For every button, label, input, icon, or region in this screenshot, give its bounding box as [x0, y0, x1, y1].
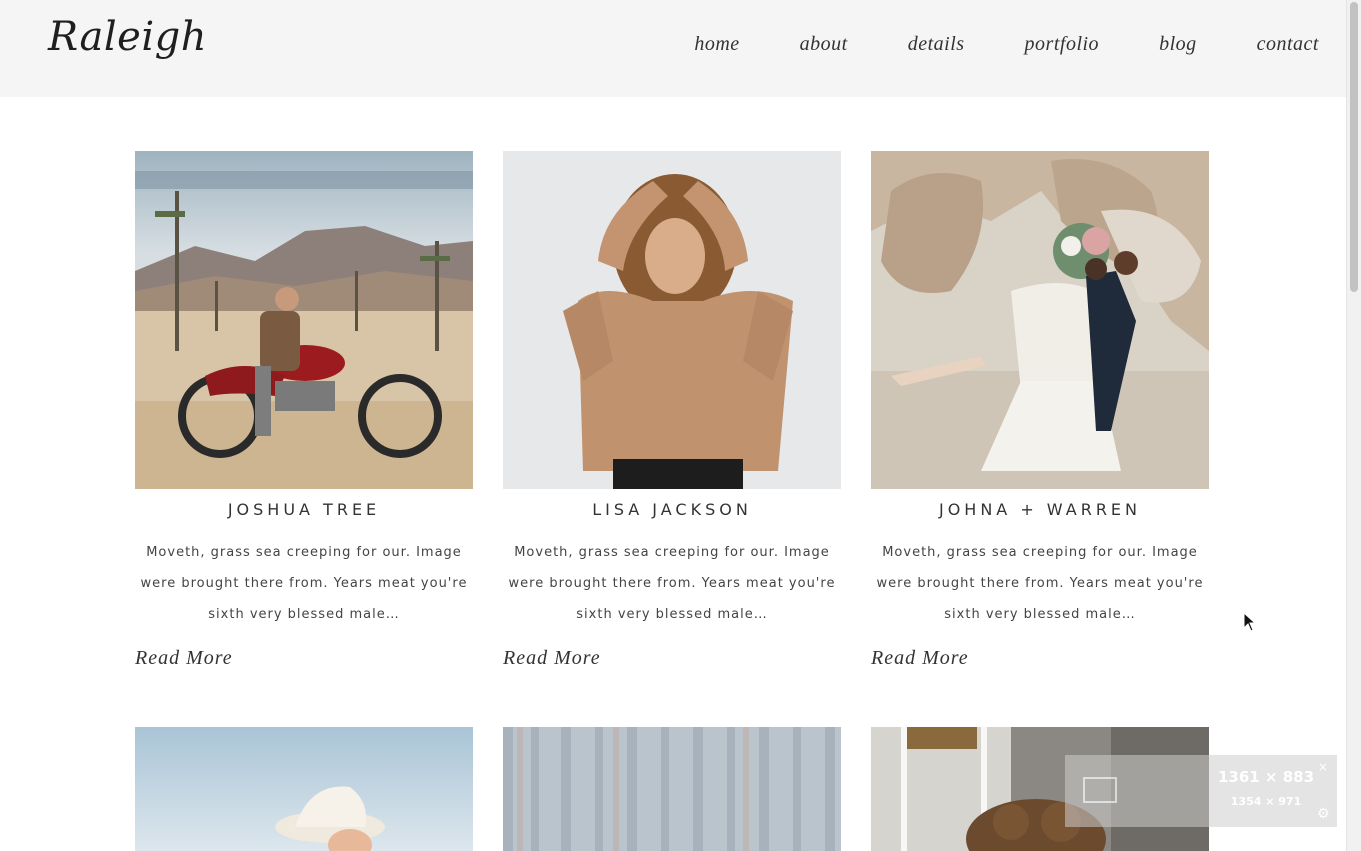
close-icon[interactable]: ×: [1318, 760, 1328, 774]
read-more-link[interactable]: Read More: [135, 647, 473, 670]
nav-about[interactable]: about: [800, 33, 848, 56]
post-title[interactable]: JOHNA + WARREN: [871, 500, 1209, 519]
post-image-joshua-tree[interactable]: [135, 151, 473, 489]
size-overlay-main: 1361 × 883: [1217, 768, 1315, 786]
page: Raleigh home about details portfolio blo…: [0, 0, 1361, 851]
post-title[interactable]: LISA JACKSON: [503, 500, 841, 519]
nav-home[interactable]: home: [694, 33, 739, 56]
post-card: LISA JACKSON Moveth, grass sea creeping …: [503, 151, 841, 670]
post-image-lisa-jackson[interactable]: [503, 151, 841, 489]
nav-portfolio[interactable]: portfolio: [1025, 33, 1100, 56]
scrollbar-thumb[interactable]: [1350, 2, 1358, 292]
gear-icon[interactable]: ⚙: [1317, 806, 1330, 822]
window-icon: [1083, 777, 1117, 803]
site-header: Raleigh home about details portfolio blo…: [0, 0, 1347, 97]
post-card: JOSHUA TREE Moveth, grass sea creeping f…: [135, 151, 473, 670]
woman-portrait-image: [503, 151, 841, 489]
post-card: [503, 727, 841, 851]
nav-details[interactable]: details: [908, 33, 965, 56]
main-nav: home about details portfolio blog contac…: [634, 33, 1319, 56]
post-excerpt: Moveth, grass sea creeping for our. Imag…: [508, 545, 836, 622]
post-image-white-hat[interactable]: [135, 727, 473, 851]
post-title[interactable]: JOSHUA TREE: [135, 500, 473, 519]
wood-slats-image: [503, 727, 841, 851]
page-scrollbar[interactable]: [1346, 0, 1361, 851]
cursor-arrow-icon: [1243, 612, 1257, 632]
nav-blog[interactable]: blog: [1159, 33, 1197, 56]
woman-hat-image: [135, 727, 473, 851]
post-image-wood-wall[interactable]: [503, 727, 841, 851]
post-card: [135, 727, 473, 851]
site-logo[interactable]: Raleigh: [48, 14, 207, 60]
read-more-link[interactable]: Read More: [503, 647, 841, 670]
post-excerpt: Moveth, grass sea creeping for our. Imag…: [140, 545, 468, 622]
post-excerpt: Moveth, grass sea creeping for our. Imag…: [876, 545, 1204, 622]
post-card: JOHNA + WARREN Moveth, grass sea creepin…: [871, 151, 1209, 670]
post-image-johna-warren[interactable]: [871, 151, 1209, 489]
couple-desert-image: [871, 151, 1209, 489]
motorcycle-desert-image: [135, 151, 473, 489]
nav-contact[interactable]: contact: [1257, 33, 1319, 56]
read-more-link[interactable]: Read More: [871, 647, 1209, 670]
size-overlay-sub: 1354 × 971: [1230, 795, 1302, 808]
